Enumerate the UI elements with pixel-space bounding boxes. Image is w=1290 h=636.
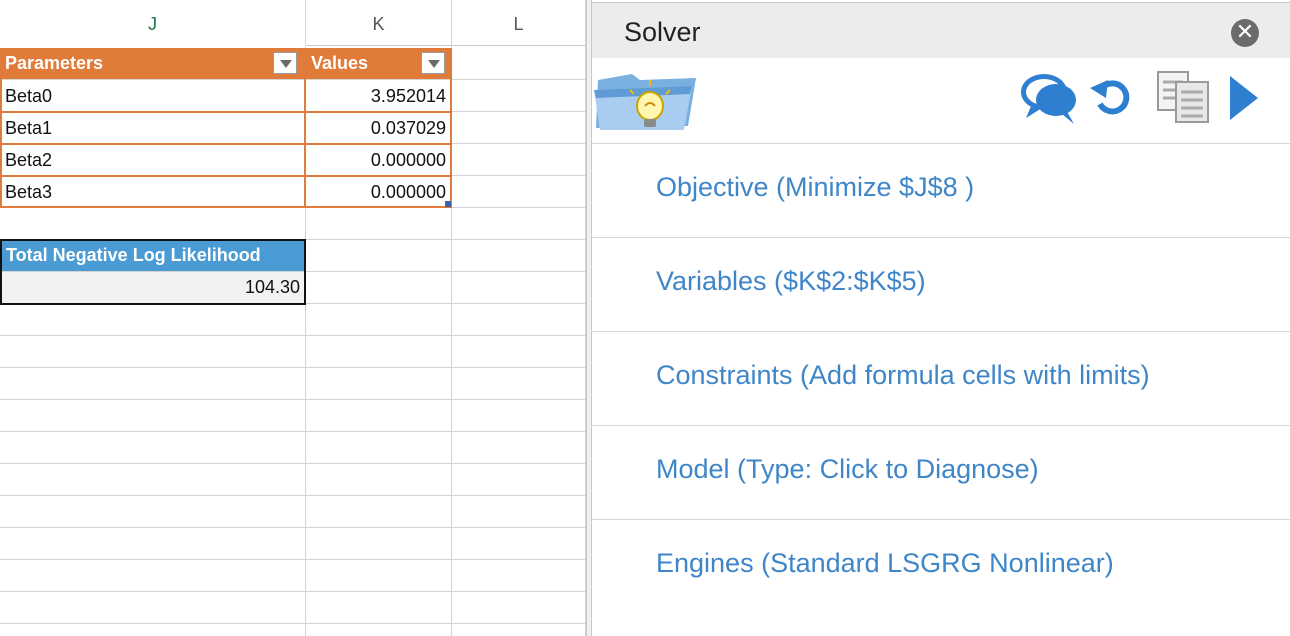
section-variables[interactable]: Variables ($K$2:$K$5) <box>592 238 1290 332</box>
section-constraints[interactable]: Constraints (Add formula cells with limi… <box>592 332 1290 426</box>
table-header-parameters[interactable]: Parameters <box>0 48 305 79</box>
gridline <box>0 335 586 336</box>
constraints-link[interactable]: Constraints (Add formula cells with limi… <box>656 360 1150 391</box>
spreadsheet-grid[interactable]: J K L Parameters Values Beta0 3.952014 B… <box>0 0 592 636</box>
copy-icon[interactable] <box>1154 66 1212 126</box>
gridline <box>0 431 586 432</box>
gridline <box>0 399 586 400</box>
table-cell-value[interactable]: 0.000000 <box>306 144 451 176</box>
reset-icon[interactable] <box>1088 66 1138 126</box>
table-border <box>0 111 452 113</box>
table-cell-param[interactable]: Beta3 <box>0 176 305 208</box>
total-border <box>0 239 306 305</box>
solver-toolbar <box>592 58 1290 144</box>
filter-dropdown-icon[interactable] <box>273 52 297 74</box>
table-cell-value[interactable]: 0.037029 <box>306 112 451 144</box>
gridline <box>0 367 586 368</box>
solver-titlebar: Solver ✕ <box>592 3 1290 58</box>
solver-pane: Solver ✕ Objective (Minimize $J$8) Vari… <box>592 0 1290 636</box>
objective-link[interactable]: Objective (Minimize $J$8 ) <box>656 172 974 203</box>
close-icon[interactable]: ✕ <box>1231 19 1259 47</box>
section-engines[interactable]: Engines (Standard LSGRG Nonlinear) <box>592 520 1290 614</box>
gridline <box>0 591 586 592</box>
table-cell-value[interactable]: 3.952014 <box>306 80 451 112</box>
column-header-j[interactable]: J <box>0 0 306 46</box>
section-objective[interactable]: Objective (Minimize $J$8 ) <box>592 144 1290 238</box>
column-header-k[interactable]: K <box>306 0 452 46</box>
solve-play-icon[interactable] <box>1224 66 1264 126</box>
gridline <box>0 623 586 624</box>
section-model[interactable]: Model (Type: Click to Diagnose) <box>592 426 1290 520</box>
table-border <box>0 206 452 208</box>
table-border <box>0 143 452 145</box>
solver-logo-icon <box>594 74 696 130</box>
gridline <box>0 559 586 560</box>
variables-link[interactable]: Variables ($K$2:$K$5) <box>656 266 926 297</box>
header-label: Parameters <box>5 53 104 73</box>
table-border <box>450 48 452 208</box>
speech-bubble-icon[interactable] <box>1018 66 1080 126</box>
gridline <box>0 527 586 528</box>
table-cell-param[interactable]: Beta2 <box>0 144 305 176</box>
table-border <box>0 175 452 177</box>
gridline <box>0 495 586 496</box>
table-border <box>304 48 306 208</box>
pane-title: Solver <box>624 17 701 47</box>
header-label: Values <box>311 53 369 73</box>
gridline <box>0 463 586 464</box>
table-cell-param[interactable]: Beta1 <box>0 112 305 144</box>
table-border <box>0 48 2 208</box>
fill-handle[interactable] <box>445 201 451 207</box>
table-cell-value[interactable]: 0.000000 <box>306 176 451 208</box>
model-link[interactable]: Model (Type: Click to Diagnose) <box>656 454 1039 485</box>
engines-link[interactable]: Engines (Standard LSGRG Nonlinear) <box>656 548 1114 579</box>
table-cell-param[interactable]: Beta0 <box>0 80 305 112</box>
column-header-l[interactable]: L <box>452 0 586 46</box>
filter-dropdown-icon[interactable] <box>421 52 445 74</box>
